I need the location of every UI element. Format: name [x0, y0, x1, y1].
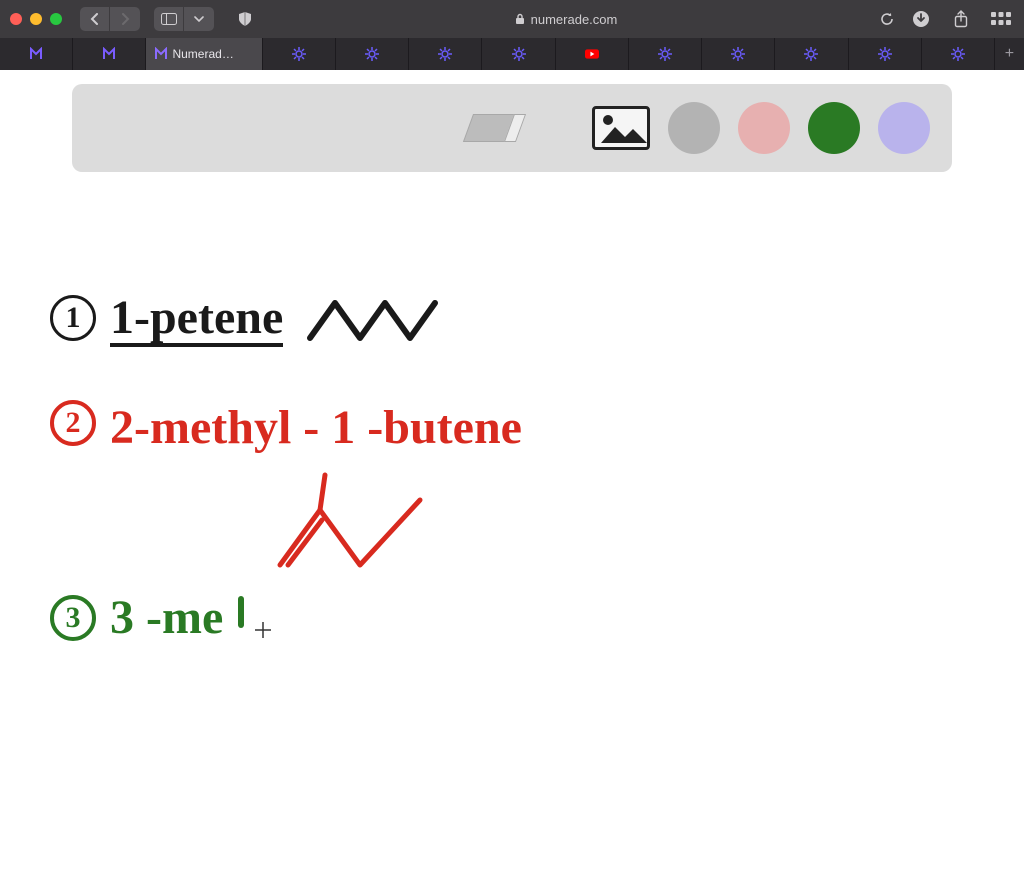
- gear-favicon-icon: [951, 47, 965, 61]
- note-1: 1 1-petene: [50, 290, 445, 345]
- mountain-icon: [601, 123, 647, 143]
- gear-favicon-icon: [878, 47, 892, 61]
- gear-favicon-icon: [658, 47, 672, 61]
- note-2: 2 2-methyl - 1 -butene: [50, 400, 522, 455]
- note-2-text: 2-methyl - 1 -butene: [110, 400, 522, 455]
- tab-4[interactable]: [336, 38, 409, 70]
- tab-7[interactable]: [556, 38, 629, 70]
- numerade-favicon-icon: [154, 47, 168, 61]
- close-window-button[interactable]: [10, 13, 22, 25]
- eraser-tool[interactable]: [468, 114, 516, 142]
- reload-icon: [879, 11, 895, 27]
- chevron-right-icon: [120, 13, 130, 25]
- note-3-text: 3 -me: [110, 590, 223, 645]
- gear-favicon-icon: [731, 47, 745, 61]
- reload-button[interactable]: [874, 8, 900, 30]
- share-button[interactable]: [948, 8, 974, 30]
- circled-number-2: 2: [50, 400, 96, 446]
- nav-back-forward: [80, 7, 140, 31]
- back-button[interactable]: [80, 7, 110, 31]
- fullscreen-window-button[interactable]: [50, 13, 62, 25]
- url-host: numerade.com: [531, 12, 618, 27]
- tab-0[interactable]: [0, 38, 73, 70]
- download-icon: [912, 10, 930, 28]
- downloads-button[interactable]: [908, 8, 934, 30]
- tab-9[interactable]: [702, 38, 775, 70]
- address-bar[interactable]: numerade.com: [266, 12, 866, 27]
- whiteboard-toolbar: [72, 84, 952, 172]
- color-lavender[interactable]: [878, 102, 930, 154]
- tab-6[interactable]: [482, 38, 555, 70]
- privacy-report-button[interactable]: [232, 8, 258, 30]
- pentene-structure-icon: [305, 293, 445, 343]
- note-3: 3 3 -me: [50, 590, 251, 645]
- sidebar-menu-button[interactable]: [184, 7, 214, 31]
- window-controls: [10, 13, 62, 25]
- color-pink[interactable]: [738, 102, 790, 154]
- tab-11[interactable]: [849, 38, 922, 70]
- gear-favicon-icon: [292, 47, 306, 61]
- shield-icon: [237, 11, 253, 27]
- gear-favicon-icon: [804, 47, 818, 61]
- color-green[interactable]: [808, 102, 860, 154]
- tab-12[interactable]: [922, 38, 995, 70]
- tab-1[interactable]: [73, 38, 146, 70]
- page-content: 1 1-petene 2 2-methyl - 1 -butene 3 3 -m…: [0, 70, 1024, 880]
- insert-image-button[interactable]: [592, 106, 650, 150]
- tab-8[interactable]: [629, 38, 702, 70]
- gear-favicon-icon: [512, 47, 526, 61]
- tabs-overview-button[interactable]: [988, 8, 1014, 30]
- gear-favicon-icon: [365, 47, 379, 61]
- share-icon: [953, 10, 969, 28]
- numerade-favicon-icon: [102, 47, 116, 61]
- methylbutene-structure-icon: [270, 470, 440, 580]
- sidebar-toggle-group: [154, 7, 214, 31]
- minimize-window-button[interactable]: [30, 13, 42, 25]
- eraser-icon: [463, 114, 521, 142]
- partial-stroke-icon: [231, 595, 251, 635]
- tab-label: Numerad…: [172, 47, 233, 61]
- color-gray[interactable]: [668, 102, 720, 154]
- tabs-grid-icon: [991, 12, 1011, 26]
- tab-5[interactable]: [409, 38, 482, 70]
- crosshair-cursor-icon: [253, 620, 273, 645]
- youtube-favicon-icon: [585, 47, 599, 61]
- browser-toolbar: numerade.com: [0, 0, 1024, 38]
- chevron-down-icon: [194, 15, 204, 23]
- lock-icon: [515, 13, 525, 25]
- whiteboard-canvas[interactable]: 1 1-petene 2 2-methyl - 1 -butene 3 3 -m…: [20, 190, 1004, 870]
- tab-3[interactable]: [263, 38, 336, 70]
- tab-strip: Numerad… +: [0, 38, 1024, 70]
- sidebar-icon: [161, 13, 177, 25]
- circled-number-3: 3: [50, 595, 96, 641]
- sidebar-button[interactable]: [154, 7, 184, 31]
- tab-2-active[interactable]: Numerad…: [146, 38, 262, 70]
- numerade-favicon-icon: [29, 47, 43, 61]
- gear-favicon-icon: [438, 47, 452, 61]
- new-tab-button[interactable]: +: [995, 38, 1024, 70]
- circled-number-1: 1: [50, 295, 96, 341]
- chevron-left-icon: [90, 13, 100, 25]
- toolbar-right: [908, 8, 1014, 30]
- forward-button[interactable]: [110, 7, 140, 31]
- tab-10[interactable]: [775, 38, 848, 70]
- note-1-text: 1-petene: [110, 290, 283, 345]
